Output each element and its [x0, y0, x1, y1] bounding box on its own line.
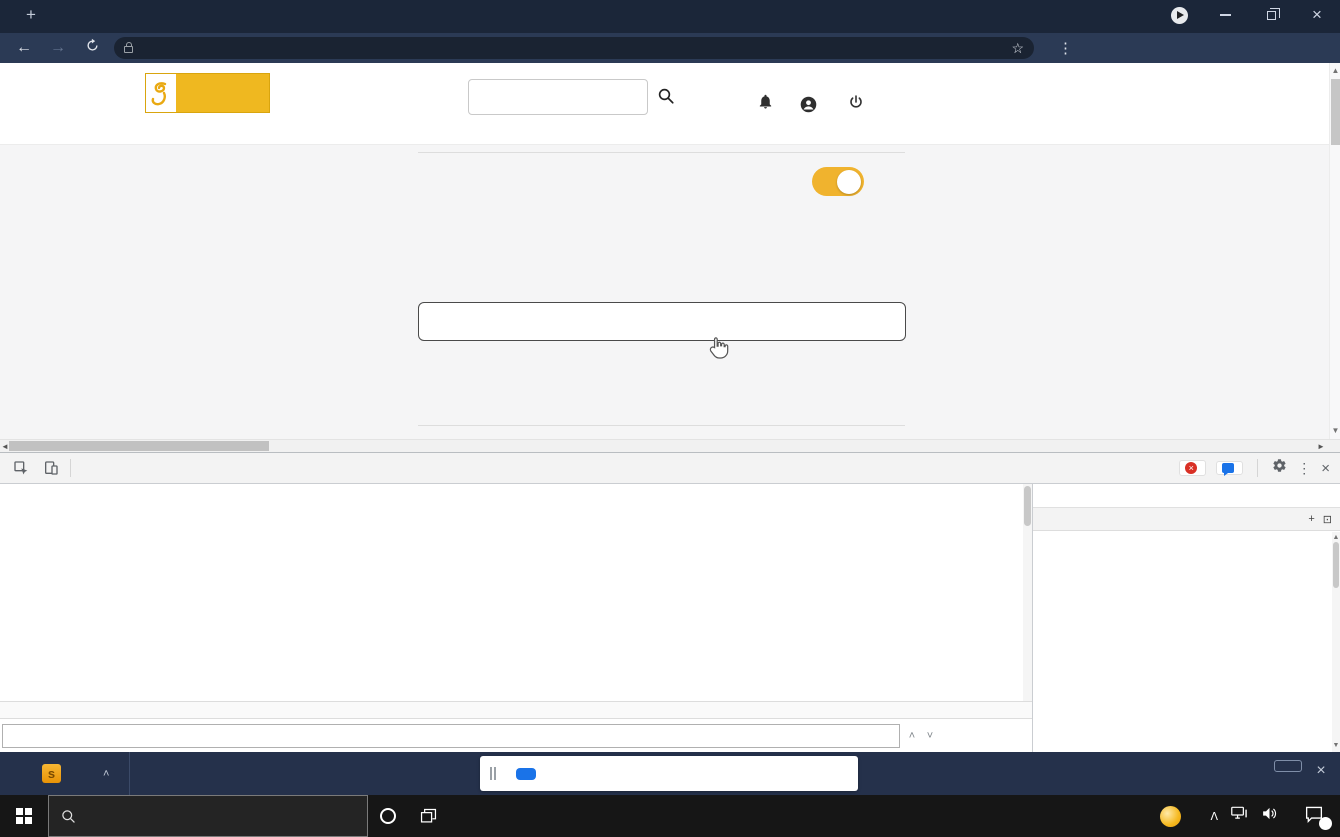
styles-filter-bar: + ⊡	[1033, 508, 1340, 531]
download-bar: s ˄ ×	[0, 752, 1340, 795]
site-search-input[interactable]	[468, 79, 648, 115]
dom-tree	[0, 484, 1032, 701]
taskbar: ᐱ	[0, 795, 1340, 837]
horizontal-scroll-thumb[interactable]	[9, 441, 269, 451]
new-style-rule-icon[interactable]: +	[1308, 513, 1314, 525]
download-item[interactable]: s ˄	[0, 752, 129, 795]
styles-scroll-up-icon[interactable]: ▲	[1332, 534, 1340, 541]
media-controls-icon[interactable]	[1156, 0, 1202, 30]
taskbar-search[interactable]	[48, 795, 368, 837]
vertical-scroll-thumb[interactable]	[1331, 79, 1340, 145]
close-window-button[interactable]: ×	[1294, 0, 1340, 30]
window-controls: ×	[1156, 0, 1340, 30]
stop-sharing-button[interactable]	[516, 767, 536, 780]
cortana-icon[interactable]	[368, 795, 408, 837]
devtools-menu-icon[interactable]: ⋮	[1297, 460, 1311, 477]
timer-toggle[interactable]	[812, 167, 864, 196]
minimize-button[interactable]	[1202, 0, 1248, 30]
scroll-down-icon[interactable]: ▼	[1330, 425, 1340, 437]
scroll-right-icon[interactable]: ►	[1316, 440, 1326, 452]
styles-sidebar-tabs	[1033, 484, 1340, 508]
srilance-logo[interactable]	[145, 73, 270, 113]
weather-haze-icon	[1160, 805, 1182, 827]
network-icon[interactable]	[1231, 806, 1248, 826]
style-rules	[1033, 531, 1340, 752]
styles-scroll-down-icon[interactable]: ▼	[1332, 742, 1340, 749]
tab-list	[0, 0, 10, 33]
notifications-bell-icon[interactable]	[757, 93, 774, 115]
elements-scrollbar[interactable]	[1023, 484, 1032, 701]
styles-scrollbar[interactable]	[1332, 532, 1340, 753]
dom-breadcrumb[interactable]	[0, 701, 1032, 718]
drag-grip-icon[interactable]	[490, 767, 496, 780]
user-avatar-icon	[800, 96, 817, 112]
panel-layout-icon[interactable]: ⊡	[1323, 513, 1332, 526]
bookmark-star-icon[interactable]: ☆	[1011, 40, 1024, 57]
screen-share-banner	[480, 756, 858, 791]
srilance-logo-glyph-icon	[146, 74, 176, 112]
page-horizontal-scrollbar[interactable]: ◄ ►	[0, 439, 1340, 452]
weather-widget[interactable]	[1160, 805, 1197, 827]
windows-logo-icon	[16, 808, 32, 824]
tray-expand-icon[interactable]: ᐱ	[1210, 810, 1218, 823]
devtools-find-bar: ˄ ˅	[0, 718, 1032, 753]
site-page: ▲ ▼ ◄ ►	[0, 63, 1340, 452]
devtools-close-icon[interactable]: ×	[1321, 460, 1330, 477]
download-chevron-icon[interactable]: ˄	[103, 768, 109, 780]
screen: + × ← → ☆ ⋮ ▲ ▼ ◄ ► × ⋮ × ˄ ˅ + ⊡ ▲ ▼ s …	[0, 0, 1340, 837]
browser-menu-icon[interactable]: ⋮	[1054, 39, 1077, 57]
action-center-icon[interactable]	[1304, 805, 1332, 830]
user-menu[interactable]	[800, 96, 822, 113]
taskbar-search-icon	[62, 809, 75, 823]
page-vertical-scrollbar[interactable]: ▲ ▼	[1329, 63, 1340, 439]
logo-text	[176, 74, 269, 112]
show-all-downloads-button[interactable]	[1274, 760, 1302, 772]
elements-panel: ˄ ˅	[0, 484, 1032, 753]
devtools-toolbar-right: × ⋮ ×	[1179, 458, 1334, 478]
forward-icon[interactable]: →	[46, 39, 70, 57]
browser-toolbar: ← → ☆ ⋮	[0, 33, 1340, 63]
devtools-toolbar: × ⋮ ×	[0, 453, 1340, 484]
scroll-up-icon[interactable]: ▲	[1330, 65, 1340, 77]
site-nav	[705, 63, 864, 145]
notification-count-badge	[1319, 817, 1332, 830]
task-view-icon[interactable]	[408, 795, 448, 837]
reload-icon[interactable]	[80, 38, 104, 58]
find-input[interactable]	[2, 724, 900, 748]
inspect-element-icon[interactable]	[6, 453, 36, 483]
volume-icon[interactable]	[1261, 806, 1278, 826]
task-input[interactable]	[418, 302, 906, 341]
message-count-badge[interactable]	[1216, 461, 1244, 476]
start-button[interactable]	[0, 795, 48, 837]
address-bar[interactable]: ☆	[114, 37, 1034, 59]
divider	[418, 152, 905, 153]
download-separator	[129, 752, 131, 795]
cursor-hand-icon	[708, 335, 729, 365]
lock-icon[interactable]	[124, 42, 133, 53]
restore-button[interactable]	[1248, 0, 1294, 30]
find-nav: ˄ ˅	[904, 726, 938, 746]
divider	[418, 425, 905, 426]
download-bar-close-icon[interactable]: ×	[1310, 762, 1332, 780]
find-next-icon[interactable]: ˅	[922, 726, 938, 746]
back-icon[interactable]: ←	[12, 39, 36, 57]
device-toolbar-icon[interactable]	[36, 453, 66, 483]
devtools: × ⋮ × ˄ ˅ + ⊡ ▲ ▼	[0, 452, 1340, 753]
browser-tabstrip: + ×	[0, 0, 1340, 33]
new-tab-button[interactable]: +	[18, 2, 44, 28]
styles-panel: + ⊡ ▲ ▼	[1032, 484, 1340, 753]
find-previous-icon[interactable]: ˄	[904, 726, 920, 746]
devtools-settings-gear-icon[interactable]	[1272, 458, 1287, 478]
system-tray: ᐱ	[1160, 805, 1340, 830]
error-count-badge[interactable]: ×	[1179, 460, 1207, 476]
search-icon[interactable]	[657, 87, 675, 108]
site-header	[0, 63, 1329, 145]
logout-power-icon[interactable]	[848, 94, 864, 115]
php-file-icon: s	[42, 764, 61, 783]
